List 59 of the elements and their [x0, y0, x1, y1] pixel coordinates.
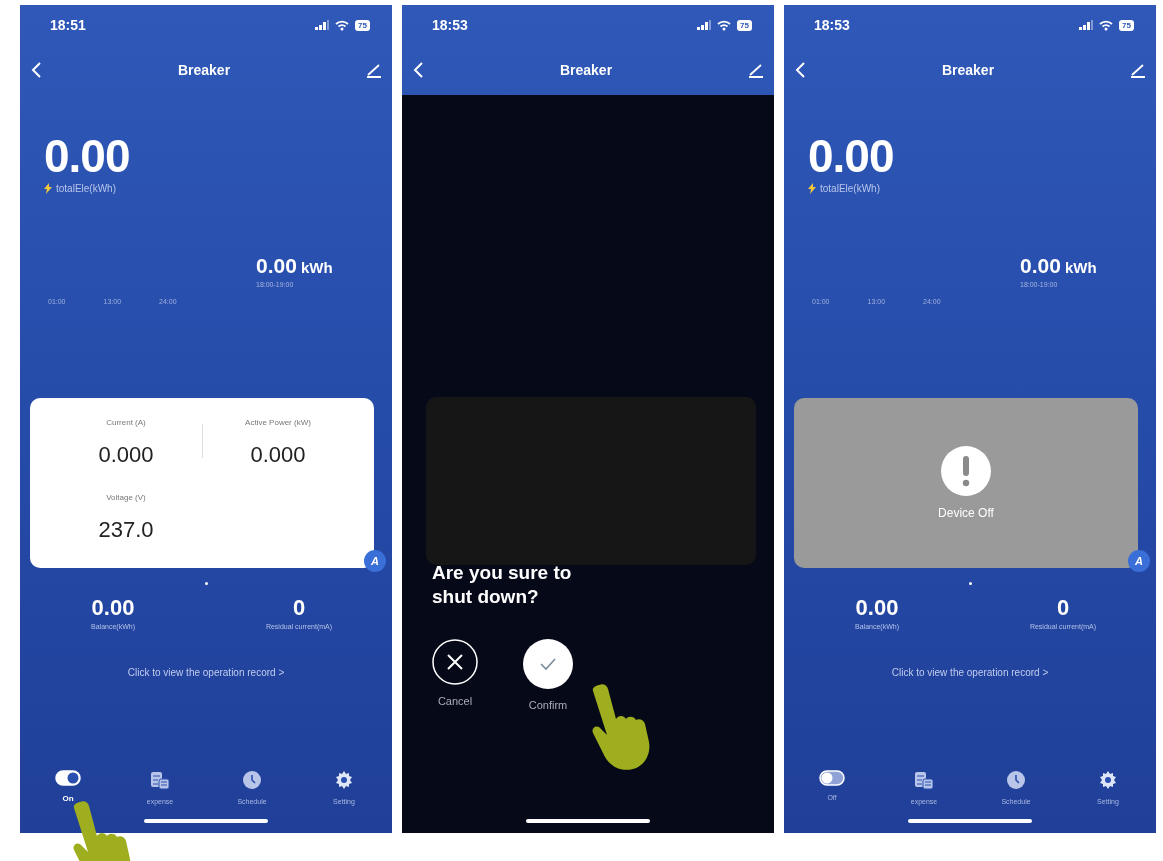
hour-energy-value: 0.00	[1020, 254, 1061, 278]
screen-title: Breaker	[559, 62, 613, 78]
edit-icon[interactable]	[1130, 62, 1146, 78]
assistant-badge[interactable]: A	[1128, 550, 1150, 572]
hour-energy-unit: kWh	[300, 259, 333, 276]
battery-icon: 75	[355, 19, 370, 31]
reading-value: 237.0	[98, 517, 154, 543]
stat-value: 0.00	[91, 595, 135, 621]
operation-record-link[interactable]: Click to view the operation record >	[891, 666, 1049, 678]
clock-icon	[242, 770, 262, 790]
stat-value: 0	[292, 595, 306, 621]
battery-icon: 75	[737, 19, 752, 31]
total-energy-label: totalEle(kWh)	[56, 183, 116, 194]
status-time: 18:53	[432, 17, 468, 33]
status-time: 18:51	[50, 17, 86, 33]
reading-value: 0.000	[250, 442, 306, 468]
hour-energy-value: 0.00	[256, 254, 297, 278]
warning-icon	[941, 446, 991, 496]
coins-icon	[914, 770, 934, 790]
assistant-badge[interactable]: A	[364, 550, 386, 572]
edit-icon[interactable]	[748, 62, 764, 78]
back-icon[interactable]	[30, 61, 42, 79]
back-icon[interactable]	[794, 61, 806, 79]
settings-icon	[1098, 770, 1118, 790]
tab-item[interactable]: On	[38, 770, 98, 805]
back-icon[interactable]	[412, 61, 424, 79]
reading-value: 0.000	[98, 442, 154, 468]
dialog-question: Are you sure to shut down?	[432, 561, 573, 609]
wifi-icon	[1099, 19, 1114, 31]
check-icon	[523, 638, 573, 689]
edit-icon[interactable]	[366, 62, 382, 78]
operation-record-link[interactable]: Click to view the operation record >	[127, 666, 285, 678]
cancel-button[interactable]: Cancel	[432, 638, 478, 707]
stat-value: 0	[1056, 595, 1070, 621]
battery-icon: 75	[1119, 19, 1134, 31]
total-energy-label: totalEle(kWh)	[820, 183, 880, 194]
lightning-icon	[808, 183, 816, 194]
signal-icon	[315, 20, 330, 30]
screen-title: Breaker	[177, 62, 231, 78]
reading-label: Current (A)	[106, 418, 146, 429]
wifi-icon	[717, 19, 732, 31]
stat-value: 0.00	[855, 595, 899, 621]
total-energy-value: 0.00	[44, 133, 131, 179]
wifi-icon	[335, 19, 350, 31]
settings-icon	[334, 770, 354, 790]
signal-icon	[1079, 20, 1094, 30]
screen-title: Breaker	[941, 62, 995, 78]
coins-icon	[150, 770, 170, 790]
total-energy-value: 0.00	[808, 133, 895, 179]
hour-energy-unit: kWh	[1064, 259, 1097, 276]
signal-icon	[697, 20, 712, 30]
close-icon	[432, 638, 478, 685]
reading-label: Active Power (kW)	[245, 418, 311, 429]
status-time: 18:53	[814, 17, 850, 33]
confirm-button[interactable]: Confirm	[523, 638, 573, 711]
lightning-icon	[44, 183, 52, 194]
device-off-message: Device Off	[938, 506, 994, 520]
reading-label: Voltage (V)	[106, 493, 146, 504]
clock-icon	[1006, 770, 1026, 790]
